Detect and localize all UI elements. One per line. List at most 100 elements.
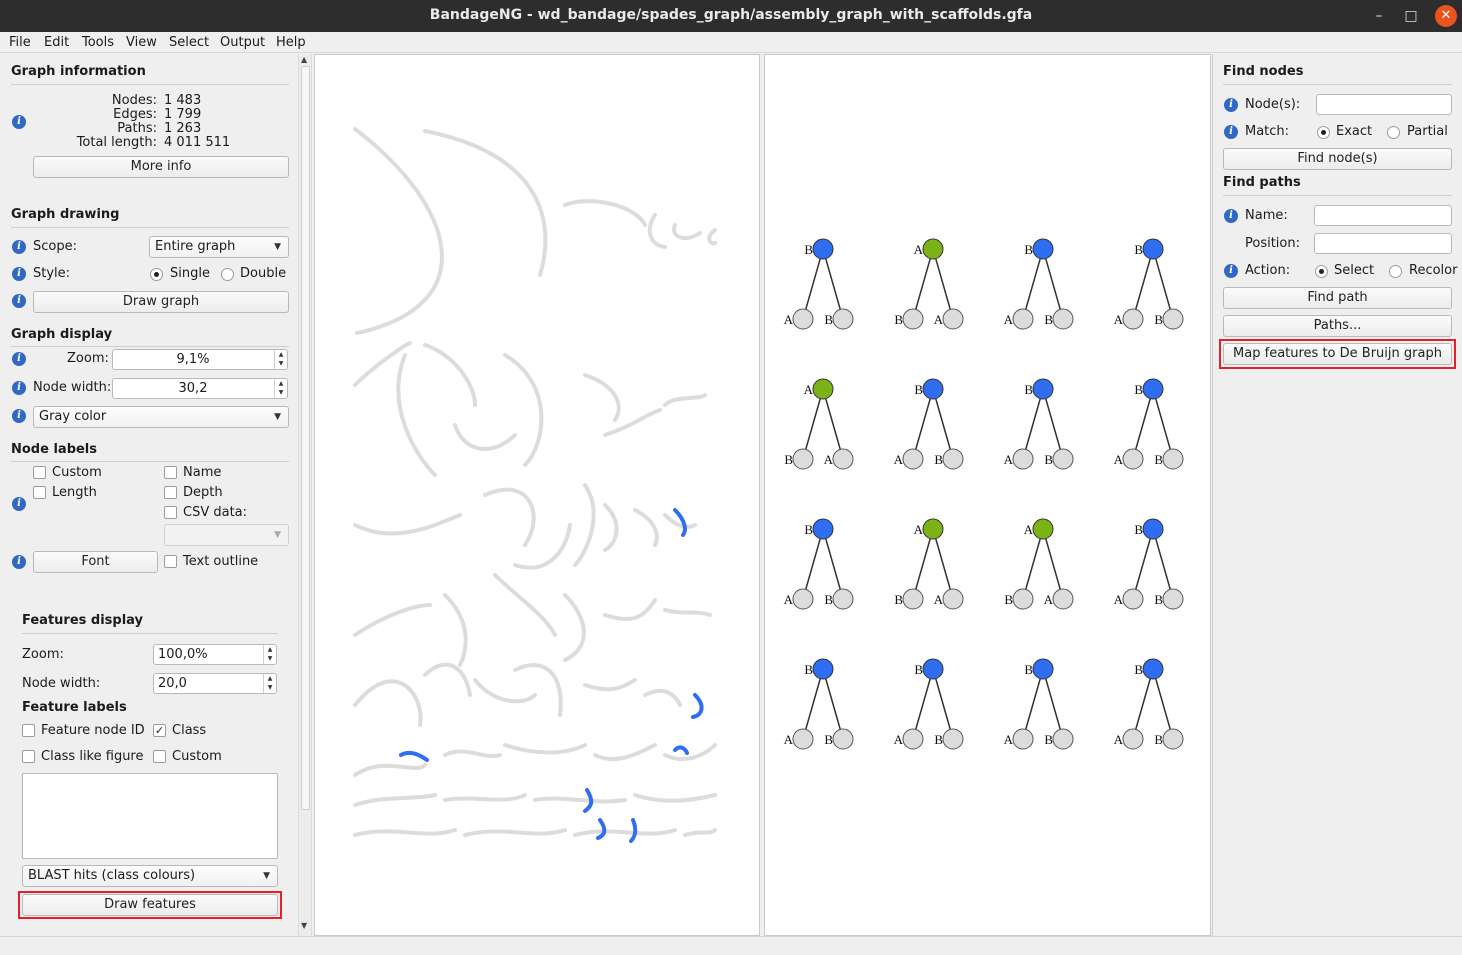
find-path-button[interactable]: Find path <box>1223 287 1452 309</box>
right-child-node[interactable] <box>942 728 964 750</box>
info-icon[interactable]: i <box>12 497 26 511</box>
position-input[interactable] <box>1314 233 1452 254</box>
menu-select[interactable]: Select <box>169 35 209 50</box>
find-nodes-button[interactable]: Find node(s) <box>1223 148 1452 170</box>
menu-edit[interactable]: Edit <box>44 35 69 50</box>
de-bruijn-graph-view[interactable]: BABABABABBABABABABBABBABBABABAABABABBABB… <box>764 54 1211 936</box>
spin-arrows-icon[interactable]: ▲ ▼ <box>274 350 287 369</box>
root-node[interactable] <box>812 378 834 400</box>
scope-select[interactable]: Entire graph ▼ <box>149 236 289 258</box>
left-child-node[interactable] <box>1012 728 1034 750</box>
left-child-node[interactable] <box>902 588 924 610</box>
root-node[interactable] <box>812 518 834 540</box>
info-icon[interactable]: i <box>1224 264 1238 278</box>
class-like-figure-checkbox[interactable] <box>22 750 35 763</box>
class-checkbox[interactable]: ✓ <box>153 724 166 737</box>
menu-view[interactable]: View <box>126 35 157 50</box>
left-child-node[interactable] <box>792 728 814 750</box>
left-child-node[interactable] <box>902 728 924 750</box>
root-node[interactable] <box>1032 238 1054 260</box>
custom-checkbox[interactable] <box>33 466 46 479</box>
root-node[interactable] <box>1032 658 1054 680</box>
features-width-spinbox[interactable]: 20,0 ▲ ▼ <box>153 673 277 694</box>
left-child-node[interactable] <box>1122 728 1144 750</box>
left-child-node[interactable] <box>1012 308 1034 330</box>
root-node[interactable] <box>1032 378 1054 400</box>
root-node[interactable] <box>1142 658 1164 680</box>
close-icon[interactable]: ✕ <box>1435 5 1457 27</box>
right-child-node[interactable] <box>942 308 964 330</box>
feature-custom-checkbox[interactable] <box>153 750 166 763</box>
right-child-node[interactable] <box>1052 588 1074 610</box>
feature-node-id-checkbox[interactable] <box>22 724 35 737</box>
left-child-node[interactable] <box>1122 448 1144 470</box>
left-child-node[interactable] <box>902 308 924 330</box>
left-child-node[interactable] <box>792 588 814 610</box>
spin-arrows-icon[interactable]: ▲ ▼ <box>263 645 276 664</box>
menu-tools[interactable]: Tools <box>82 35 114 50</box>
info-icon[interactable]: i <box>12 555 26 569</box>
right-child-node[interactable] <box>1162 588 1184 610</box>
csv-select[interactable]: ▼ <box>164 524 289 546</box>
root-node[interactable] <box>1142 518 1164 540</box>
font-button[interactable]: Font <box>33 551 158 573</box>
maximize-icon[interactable]: □ <box>1400 5 1422 27</box>
more-info-button[interactable]: More info <box>33 156 289 178</box>
root-node[interactable] <box>922 378 944 400</box>
info-icon[interactable]: i <box>12 240 26 254</box>
info-icon[interactable]: i <box>12 267 26 281</box>
find-nodes-input[interactable] <box>1316 94 1452 115</box>
menu-help[interactable]: Help <box>276 35 306 50</box>
root-node[interactable] <box>812 238 834 260</box>
right-child-node[interactable] <box>832 728 854 750</box>
left-child-node[interactable] <box>902 448 924 470</box>
left-child-node[interactable] <box>792 448 814 470</box>
info-icon[interactable]: i <box>1224 125 1238 139</box>
spin-arrows-icon[interactable]: ▲ ▼ <box>263 674 276 693</box>
info-icon[interactable]: i <box>12 409 26 423</box>
right-child-node[interactable] <box>1162 448 1184 470</box>
left-child-node[interactable] <box>792 308 814 330</box>
minimize-icon[interactable]: – <box>1368 5 1390 27</box>
node-width-spinbox[interactable]: 30,2 ▲ ▼ <box>112 378 288 399</box>
right-child-node[interactable] <box>832 448 854 470</box>
depth-checkbox[interactable] <box>164 486 177 499</box>
length-checkbox[interactable] <box>33 486 46 499</box>
left-child-node[interactable] <box>1122 588 1144 610</box>
right-child-node[interactable] <box>832 308 854 330</box>
spin-arrows-icon[interactable]: ▲ ▼ <box>274 379 287 398</box>
right-child-node[interactable] <box>942 588 964 610</box>
right-child-node[interactable] <box>1162 308 1184 330</box>
color-scheme-select[interactable]: Gray color ▼ <box>33 406 289 428</box>
select-radio[interactable] <box>1315 265 1328 278</box>
left-panel-scrollbar[interactable]: ▲ ▼ <box>298 54 312 936</box>
right-child-node[interactable] <box>1052 728 1074 750</box>
right-child-node[interactable] <box>832 588 854 610</box>
path-name-input[interactable] <box>1314 205 1452 226</box>
root-node[interactable] <box>1142 378 1164 400</box>
feature-labels-textarea[interactable] <box>22 773 278 859</box>
feature-source-select[interactable]: BLAST hits (class colours) ▼ <box>22 865 278 887</box>
assembly-graph-canvas[interactable] <box>315 55 759 935</box>
left-child-node[interactable] <box>1012 588 1034 610</box>
info-icon[interactable]: i <box>12 352 26 366</box>
right-child-node[interactable] <box>1162 728 1184 750</box>
style-double-radio[interactable] <box>221 268 234 281</box>
name-checkbox[interactable] <box>164 466 177 479</box>
left-child-node[interactable] <box>1122 308 1144 330</box>
style-single-radio[interactable] <box>150 268 163 281</box>
recolor-radio[interactable] <box>1389 265 1402 278</box>
info-icon[interactable]: i <box>12 294 26 308</box>
zoom-spinbox[interactable]: 9,1% ▲ ▼ <box>112 349 288 370</box>
root-node[interactable] <box>922 658 944 680</box>
menu-file[interactable]: File <box>9 35 31 50</box>
text-outline-checkbox[interactable] <box>164 555 177 568</box>
scroll-thumb[interactable] <box>301 66 310 810</box>
right-child-node[interactable] <box>1052 308 1074 330</box>
scroll-up-icon[interactable]: ▲ <box>301 55 307 64</box>
scroll-down-icon[interactable]: ▼ <box>301 921 307 930</box>
root-node[interactable] <box>922 238 944 260</box>
features-zoom-spinbox[interactable]: 100,0% ▲ ▼ <box>153 644 277 665</box>
assembly-graph-view[interactable] <box>314 54 760 936</box>
csv-checkbox[interactable] <box>164 506 177 519</box>
